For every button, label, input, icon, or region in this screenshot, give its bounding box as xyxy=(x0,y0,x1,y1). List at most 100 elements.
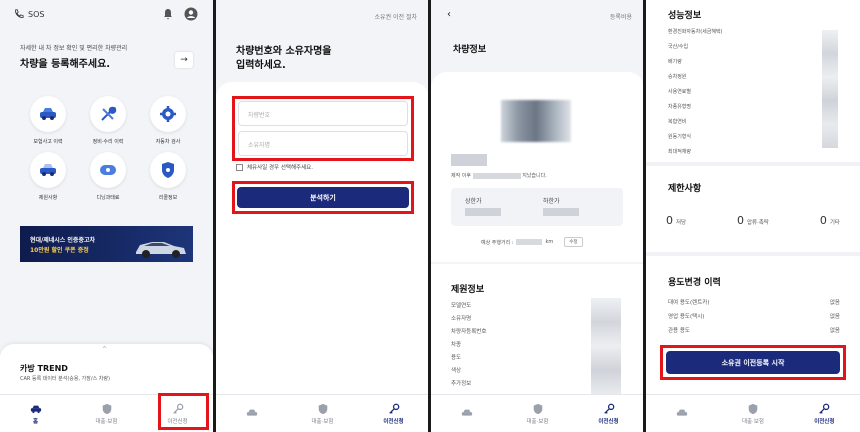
trend-title: 카방 TREND xyxy=(20,364,68,373)
perf-item: 복합연비 xyxy=(668,119,687,125)
key-icon xyxy=(388,403,399,414)
car-image xyxy=(136,242,186,258)
restrict-label: 기타 xyxy=(829,220,840,226)
corporate-checkbox[interactable]: 체유사일 경우 선택해주세요. xyxy=(236,163,313,171)
restrict-label: 저당 xyxy=(676,220,687,226)
usage-list: 대여 용도(렌트카) 없음 영업 용도(택시) 없음 관용 용도 없음 xyxy=(668,298,840,340)
tab-label: 홈 xyxy=(32,418,39,425)
restrict-row: 0 저당 0 압류·촉탁 0 기타 xyxy=(666,214,840,227)
tab-loan-insurance[interactable]: 대출·보험 xyxy=(717,395,788,432)
caption-head: 제작 이후 xyxy=(451,173,471,179)
perf-item: 최대적재량 xyxy=(668,149,692,155)
tab-transfer[interactable]: 이전신청 xyxy=(789,395,860,432)
tab-transfer[interactable]: 이전신청 xyxy=(573,395,644,432)
restrict-title: 제한사항 xyxy=(668,184,702,194)
perf-item: 사용연료별 xyxy=(668,89,692,95)
lower-price-blurred xyxy=(543,208,579,216)
page-title-line2: 입력하세요. xyxy=(236,60,286,71)
restrict-label: 압류·촉탁 xyxy=(747,220,769,226)
price-box: 상한가 하한가 xyxy=(451,188,623,226)
spec-values-blurred xyxy=(591,298,621,394)
tab-loan-insurance[interactable]: 대출·보험 xyxy=(502,395,573,432)
service-accident[interactable]: 보험사고 이력 xyxy=(28,96,68,145)
register-arrow-button[interactable]: → xyxy=(175,52,193,68)
caption-tail: 지났습니다. xyxy=(522,173,547,179)
service-fines[interactable]: 디닝과태료 xyxy=(88,152,128,201)
mileage-unit: km xyxy=(545,239,554,245)
profile-icon[interactable] xyxy=(184,7,198,21)
trend-sub: CAR 등록 데이터 분석(승용, 가장/스 차량) xyxy=(20,376,110,382)
gear-icon xyxy=(160,106,176,122)
car-spec-icon xyxy=(40,164,56,176)
vehicle-info-screen: ‹ 등록비용 차량정보 제작 이후 지났습니다. 상한가 하한가 예상 주행거리… xyxy=(431,0,644,432)
edit-button[interactable]: 수정 xyxy=(564,237,583,247)
intro-small: 자세한 내 차 정보 확인 및 편리한 차량관리 xyxy=(20,45,128,52)
tab-transfer[interactable]: 이전신청 xyxy=(358,395,429,432)
ticket-icon xyxy=(100,165,116,175)
usage-label: 대여 용도(렌트카) xyxy=(668,300,710,306)
promo-banner[interactable]: 현대/제네시스 인증중고차 10만원 할인 쿠폰 증정 xyxy=(20,226,193,262)
bottom-tab-bar: 대출·보험 이전신청 xyxy=(646,394,860,432)
highlight-start-button xyxy=(660,345,846,380)
page-title-line1: 차량번호와 소유자명을 xyxy=(236,46,332,57)
service-inspection[interactable]: 자동차 검사 xyxy=(148,96,188,145)
usage-row: 대여 용도(렌트카) 없음 xyxy=(668,298,840,312)
perf-item: 환경친화자동차(세금혜택) xyxy=(668,29,723,35)
back-icon[interactable]: ‹ xyxy=(447,9,451,20)
restrict-seizure: 0 압류·촉탁 xyxy=(737,214,769,227)
service-repair[interactable]: 정비·수리 이력 xyxy=(88,96,128,145)
usage-value: 없음 xyxy=(829,314,840,320)
mileage-row: 예상 주행거리 : km 수정 xyxy=(481,237,583,247)
usage-label: 영업 용도(택시) xyxy=(668,314,705,320)
bell-icon[interactable] xyxy=(162,8,174,20)
manufacture-caption: 제작 이후 지났습니다. xyxy=(451,172,547,179)
mileage-blurred xyxy=(516,239,543,245)
bottom-tab-bar: 대출·보험 이전신청 xyxy=(431,394,644,432)
perf-item: 배기량 xyxy=(668,59,682,65)
spec-title: 제원정보 xyxy=(451,285,485,295)
checkbox-icon xyxy=(236,163,243,171)
tab-loan-insurance[interactable]: 대출·보험 xyxy=(71,395,142,432)
registration-cost-link[interactable]: 등록비용 xyxy=(610,12,632,21)
upper-price-label: 상한가 xyxy=(465,198,482,205)
service-recall[interactable]: 리콜정보 xyxy=(148,152,188,201)
chevron-up-icon[interactable]: ^ xyxy=(102,346,107,353)
vehicle-info-title: 차량정보 xyxy=(453,45,487,55)
tab-home[interactable] xyxy=(216,395,287,432)
service-label: 정비·수리 이력 xyxy=(92,139,124,145)
usage-row: 영업 용도(택시) 없음 xyxy=(668,312,840,326)
transfer-procedure-link[interactable]: 소유권 이전 절차 xyxy=(375,12,417,21)
shield-icon xyxy=(533,403,542,414)
perf-item: 국산/수입 xyxy=(668,44,689,50)
tab-home[interactable]: 홈 xyxy=(0,395,71,432)
banner-line2: 10만원 할인 쿠폰 증정 xyxy=(30,247,89,254)
tab-label: 대출·보험 xyxy=(95,418,118,425)
perf-values-blurred xyxy=(822,30,838,148)
key-icon xyxy=(819,403,830,414)
intro-big: 차량을 등록해주세요. xyxy=(20,59,111,70)
tab-home[interactable] xyxy=(646,395,717,432)
shield-icon xyxy=(162,162,174,178)
highlight-analyze-button xyxy=(232,181,414,214)
service-label: 디닝과태료 xyxy=(96,195,120,201)
key-icon xyxy=(603,403,614,414)
tab-label: 대출·보험 xyxy=(311,418,334,425)
sos-link[interactable]: SOS xyxy=(14,9,44,19)
lower-price-label: 하한가 xyxy=(543,198,560,205)
service-spec[interactable]: 제원사항 xyxy=(28,152,68,201)
detail-screen: 성능정보 환경친화자동차(세금혜택) 국산/수입 배기량 승차정원 사용연료별 … xyxy=(646,0,860,432)
usage-label: 관용 용도 xyxy=(668,328,690,334)
perf-item: 차종유형명 xyxy=(668,104,692,110)
tab-label: 이전신청 xyxy=(814,418,835,425)
tab-loan-insurance[interactable]: 대출·보험 xyxy=(287,395,358,432)
shield-icon xyxy=(748,403,758,414)
perf-item: 승차정원 xyxy=(668,74,687,80)
wrench-icon xyxy=(101,106,117,121)
input-screen: 소유권 이전 절차 차량번호와 소유자명을 입력하세요. 차량번호 소유자명 체… xyxy=(216,0,429,432)
vehicle-name-blurred xyxy=(451,154,487,166)
car-icon xyxy=(676,409,687,416)
tab-label: 대출·보험 xyxy=(741,418,764,425)
tab-home[interactable] xyxy=(431,395,502,432)
tab-label: 대출·보험 xyxy=(526,418,549,425)
usage-value: 없음 xyxy=(829,300,840,306)
